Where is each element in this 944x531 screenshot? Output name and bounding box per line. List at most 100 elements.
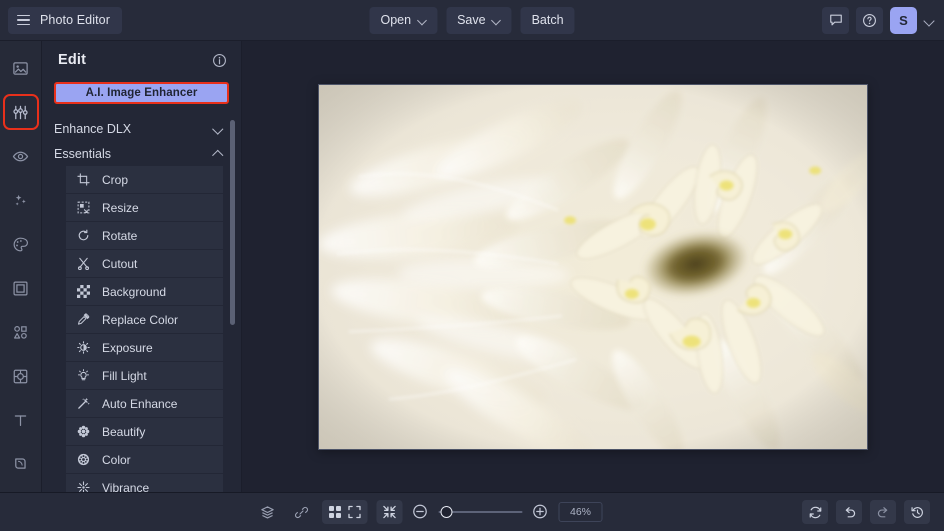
crop-icon: [76, 172, 91, 187]
zoom-in-button[interactable]: [532, 503, 550, 521]
actual-size-icon: [383, 505, 397, 519]
fit-screen-button[interactable]: [342, 500, 368, 524]
rail-item-effects[interactable]: [6, 141, 36, 171]
magic-wand-icon: [76, 396, 91, 411]
zoom-level-field[interactable]: 46%: [559, 502, 603, 522]
avatar[interactable]: S: [890, 7, 917, 34]
rail-item-text[interactable]: [6, 405, 36, 435]
batch-button[interactable]: Batch: [521, 7, 575, 34]
redo-icon: [876, 505, 891, 520]
chevron-down-icon[interactable]: [924, 15, 934, 25]
menu-item-color[interactable]: Color: [66, 446, 223, 474]
edit-panel-scroll-area: Enhance DLX Essentials: [42, 116, 241, 492]
workspace: Edit A.I. Image Enhancer Enhance DLX: [0, 41, 944, 492]
undo-button[interactable]: [836, 500, 862, 524]
group-label: Essentials: [54, 147, 111, 161]
save-button-label: Save: [457, 13, 486, 27]
page-title: Edit: [58, 52, 86, 68]
panel-scrollbar-thumb[interactable]: [230, 120, 235, 325]
shapes-icon: [12, 324, 29, 341]
menu-item-label: Fill Light: [102, 369, 147, 383]
zoom-out-button[interactable]: [412, 503, 430, 521]
group-header-enhance-dlx[interactable]: Enhance DLX: [54, 116, 241, 141]
menu-item-beautify[interactable]: Beautify: [66, 418, 223, 446]
app-menu-button[interactable]: Photo Editor: [8, 7, 122, 34]
rail-item-ai-effects[interactable]: [6, 185, 36, 215]
menu-item-label: Cutout: [102, 257, 137, 271]
menu-item-rotate[interactable]: Rotate: [66, 222, 223, 250]
history-icon: [910, 505, 925, 520]
rail-item-frames[interactable]: [6, 273, 36, 303]
avatar-initial: S: [899, 13, 908, 28]
save-button[interactable]: Save: [446, 7, 512, 34]
panel-scrollbar-track[interactable]: [230, 116, 235, 492]
menu-item-resize[interactable]: Resize: [66, 194, 223, 222]
group-header-essentials[interactable]: Essentials: [54, 141, 241, 166]
rail-item-stickers[interactable]: [6, 361, 36, 391]
photo-canvas[interactable]: [318, 84, 868, 450]
bottom-toolbar: 46%: [0, 492, 944, 531]
unlink-button[interactable]: [288, 500, 314, 524]
layers-button[interactable]: [254, 500, 280, 524]
menu-item-auto-enhance[interactable]: Auto Enhance: [66, 390, 223, 418]
resize-icon: [76, 200, 91, 215]
app-title: Photo Editor: [40, 13, 110, 27]
photo-editor-app: Photo Editor Open Save Batch: [0, 0, 944, 531]
help-button[interactable]: [856, 7, 883, 34]
menu-item-vibrance[interactable]: Vibrance: [66, 474, 223, 492]
canvas-area[interactable]: [242, 41, 944, 492]
rail-item-paint[interactable]: [6, 229, 36, 259]
history-button[interactable]: [904, 500, 930, 524]
image-icon: [12, 60, 29, 77]
rail-item-overlays[interactable]: [6, 449, 36, 479]
rail-item-image[interactable]: [6, 53, 36, 83]
menu-item-exposure[interactable]: Exposure: [66, 334, 223, 362]
zoom-slider[interactable]: [439, 503, 523, 521]
account-group: S: [822, 7, 934, 34]
fit-screen-icon: [348, 505, 362, 519]
menu-item-label: Vibrance: [102, 481, 149, 493]
info-circle-icon: [212, 53, 227, 68]
rail-item-shapes[interactable]: [6, 317, 36, 347]
menu-item-replace-color[interactable]: Replace Color: [66, 306, 223, 334]
zoom-in-icon: [532, 503, 549, 520]
ai-enhancer-wrapper: A.I. Image Enhancer: [42, 79, 241, 104]
lightbulb-icon: [76, 368, 91, 383]
chevron-down-icon: [418, 16, 426, 24]
grid-view-icon: [328, 505, 342, 519]
menu-item-cutout[interactable]: Cutout: [66, 250, 223, 278]
actual-size-button[interactable]: [377, 500, 403, 524]
info-button[interactable]: [212, 53, 227, 68]
zoom-slider-knob[interactable]: [441, 506, 453, 518]
essentials-menu-list: Crop Resize: [66, 166, 223, 492]
open-button[interactable]: Open: [369, 7, 437, 34]
checkerboard-icon: [76, 284, 91, 299]
chat-bubble-icon: [829, 13, 843, 27]
menu-item-fill-light[interactable]: Fill Light: [66, 362, 223, 390]
layers-icon: [260, 505, 275, 520]
adjustments-sliders-icon: [12, 104, 29, 121]
color-wheel-icon: [76, 452, 91, 467]
bottom-left-tools: [254, 500, 348, 524]
redo-button[interactable]: [870, 500, 896, 524]
rotate-icon: [76, 228, 91, 243]
menu-item-crop[interactable]: Crop: [66, 166, 223, 194]
menu-item-label: Auto Enhance: [102, 397, 177, 411]
batch-button-label: Batch: [532, 13, 564, 27]
link-broken-icon: [294, 505, 309, 520]
edit-panel-header: Edit: [42, 41, 241, 79]
reset-button[interactable]: [802, 500, 828, 524]
ai-image-enhancer-button[interactable]: A.I. Image Enhancer: [54, 82, 229, 104]
menu-item-background[interactable]: Background: [66, 278, 223, 306]
feedback-button[interactable]: [822, 7, 849, 34]
zoom-out-icon: [412, 503, 429, 520]
scissors-icon: [76, 256, 91, 271]
sparkles-icon: [12, 192, 29, 209]
sticker-icon: [12, 368, 29, 385]
frame-icon: [12, 280, 29, 297]
menu-item-label: Crop: [102, 173, 128, 187]
brightness-icon: [76, 340, 91, 355]
tool-rail: [0, 41, 42, 492]
hamburger-icon: [17, 15, 30, 26]
rail-item-edit[interactable]: [6, 97, 36, 127]
